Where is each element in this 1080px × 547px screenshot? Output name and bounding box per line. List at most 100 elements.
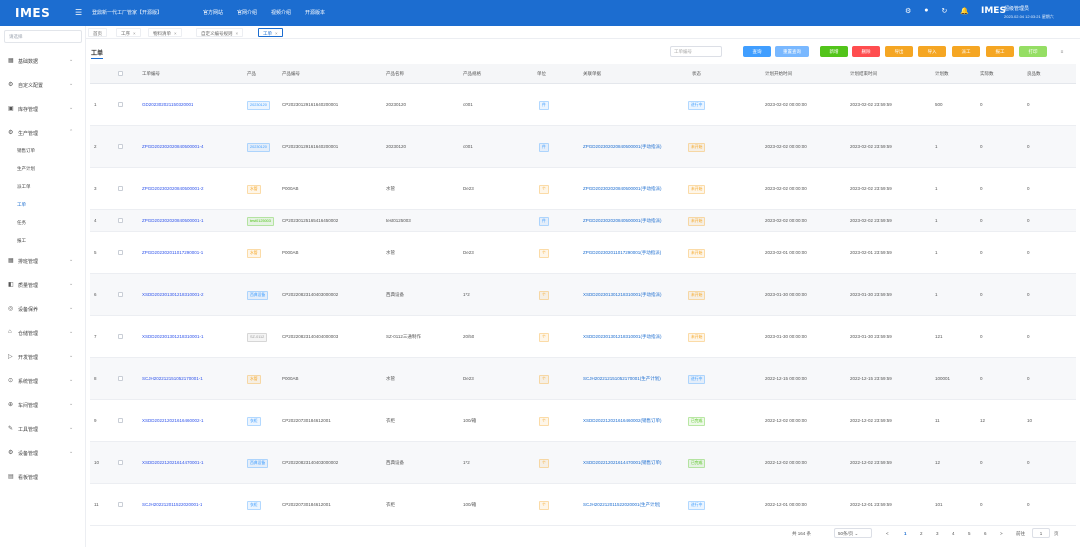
tab-numbering-rule[interactable]: 自定义编号规则 × bbox=[196, 28, 244, 37]
user-avatar-logo[interactable]: IMES bbox=[981, 6, 1006, 16]
goto-page-input[interactable]: 1 bbox=[1032, 528, 1050, 538]
col-actual-qty[interactable]: 实际数 bbox=[980, 71, 994, 77]
print-button[interactable]: 打印 bbox=[1019, 46, 1047, 57]
table-row[interactable]: 4 ZPGD202302020840500001-1 test0125003 CP20… bbox=[90, 210, 1076, 232]
export-button[interactable]: 导出 bbox=[885, 46, 913, 57]
order-number-link[interactable]: XSDD202212021614470001-1 bbox=[142, 460, 204, 465]
page-3[interactable]: 3 bbox=[936, 531, 939, 536]
columns-icon[interactable]: ≡ bbox=[1055, 46, 1069, 57]
order-number-link[interactable]: ZPGD202302011017290001-1 bbox=[142, 250, 203, 255]
sidebar-item-system[interactable]: ⊙ 系统管理 ⌄ bbox=[0, 374, 86, 388]
settings-icon[interactable]: ⚙ bbox=[905, 7, 911, 15]
bell-icon[interactable]: 🔔 bbox=[960, 7, 969, 15]
order-number-link[interactable]: ZPGD202302020840500001-4 bbox=[142, 144, 204, 149]
sidebar-search-input[interactable]: 请选择 bbox=[4, 30, 82, 43]
delete-button[interactable]: 删除 bbox=[852, 46, 880, 57]
refresh-icon[interactable]: ↻ bbox=[942, 7, 948, 15]
table-row[interactable]: 5 ZPGD202302011017290001-1 水管 P000AB 水管 De23 个… bbox=[90, 232, 1076, 274]
close-icon[interactable]: × bbox=[174, 31, 177, 36]
sidebar-item-workshop[interactable]: ⊕ 车间管理 ⌄ bbox=[0, 398, 86, 412]
related-doc-link[interactable]: SCJH202212151052170001(生产计划) bbox=[583, 376, 661, 382]
related-doc-link[interactable]: ZPGD202302020840500001(手动指派) bbox=[583, 218, 662, 224]
sidebar-sub-work-order[interactable]: 工单 bbox=[17, 202, 26, 208]
col-order-number[interactable]: 工单编号 bbox=[142, 71, 160, 77]
sidebar-sub-dispatch-order[interactable]: 派工单 bbox=[17, 184, 31, 190]
row-checkbox[interactable] bbox=[118, 334, 123, 339]
nav-official-site[interactable]: 官方网站 bbox=[203, 9, 223, 16]
related-doc-link[interactable]: XSDD202212021614470001(销售订单) bbox=[583, 460, 662, 466]
row-checkbox[interactable] bbox=[118, 292, 123, 297]
sidebar-item-production[interactable]: ⚙ 生产管理 ⌃ bbox=[0, 126, 86, 140]
order-number-link[interactable]: XSDD202212021616460002-1 bbox=[142, 418, 204, 423]
table-row[interactable]: 3 ZPGD202302020840500001-2 水管 P000AB 水管 De23 个… bbox=[90, 168, 1076, 210]
related-doc-link[interactable]: XSDD202301301218310001(手动指派) bbox=[583, 334, 662, 340]
nav-open-source[interactable]: 开源版本 bbox=[305, 9, 325, 16]
page-1[interactable]: 1 bbox=[904, 531, 907, 536]
row-checkbox[interactable] bbox=[118, 102, 123, 107]
table-row[interactable]: 11 SCJH202212011522020001-1 衣柜 CP2022073018… bbox=[90, 484, 1076, 526]
sidebar-item-tools[interactable]: ✎ 工具管理 ⌄ bbox=[0, 422, 86, 436]
col-product-name[interactable]: 产品名称 bbox=[386, 71, 404, 77]
col-plan-qty[interactable]: 计划数 bbox=[935, 71, 949, 77]
tab-work-order[interactable]: 工单 × bbox=[258, 28, 283, 37]
page-5[interactable]: 5 bbox=[968, 531, 971, 536]
next-page-button[interactable]: > bbox=[1000, 531, 1003, 536]
user-icon[interactable]: ● bbox=[924, 7, 928, 15]
row-checkbox[interactable] bbox=[118, 502, 123, 507]
dispatch-button[interactable]: 派工 bbox=[952, 46, 980, 57]
tab-bom[interactable]: 物料清单 × bbox=[148, 28, 182, 37]
tab-process[interactable]: 工序 × bbox=[116, 28, 141, 37]
close-icon[interactable]: × bbox=[133, 31, 136, 36]
row-checkbox[interactable] bbox=[118, 186, 123, 191]
user-name[interactable]: 超级管理员 bbox=[1004, 5, 1029, 12]
sidebar-sub-production-plan[interactable]: 生产计划 bbox=[17, 166, 35, 172]
reset-button[interactable]: 重置查询 bbox=[775, 46, 809, 57]
tab-home[interactable]: 首页 bbox=[88, 28, 107, 37]
page-2[interactable]: 2 bbox=[920, 531, 923, 536]
order-number-link[interactable]: SCJH202212151052170001-1 bbox=[142, 376, 203, 381]
order-number-link[interactable]: XSDD202301301218310001-2 bbox=[142, 292, 204, 297]
col-product-spec[interactable]: 产品规格 bbox=[463, 71, 481, 77]
row-checkbox[interactable] bbox=[118, 460, 123, 465]
sidebar-item-development[interactable]: ▷ 开发管理 ⌄ bbox=[0, 350, 86, 364]
page-4[interactable]: 4 bbox=[952, 531, 955, 536]
table-row[interactable]: 10 XSDD202212021614470001-1 西典设备 CP20220823… bbox=[90, 442, 1076, 484]
col-unit[interactable]: 单位 bbox=[537, 71, 546, 77]
row-checkbox[interactable] bbox=[118, 250, 123, 255]
sidebar-item-quality[interactable]: ◧ 质量管理 ⌄ bbox=[0, 278, 86, 292]
table-row[interactable]: 1 GD202302021150320001 20230120 CP202301291… bbox=[90, 84, 1076, 126]
nav-site-intro[interactable]: 官网介绍 bbox=[237, 9, 257, 16]
col-good-qty[interactable]: 良品数 bbox=[1027, 71, 1041, 77]
row-checkbox[interactable] bbox=[118, 218, 123, 223]
sidebar-item-dashboard[interactable]: ▤ 看板管理 bbox=[0, 470, 86, 484]
table-row[interactable]: 9 XSDD202212021616460002-1 衣柜 CP20220730184… bbox=[90, 400, 1076, 442]
close-icon[interactable]: × bbox=[236, 31, 239, 36]
related-doc-link[interactable]: ZPGD202302020840500001(手动指派) bbox=[583, 144, 662, 150]
order-number-link[interactable]: SCJH202212011522020001-1 bbox=[142, 502, 202, 507]
table-row[interactable]: 2 ZPGD202302020840500001-4 20230120 CP20230… bbox=[90, 126, 1076, 168]
page-size-select[interactable]: 50条/页 ⌄ bbox=[834, 528, 872, 538]
row-checkbox[interactable] bbox=[118, 418, 123, 423]
sidebar-item-custom-config[interactable]: ⚙ 自定义配置 ⌄ bbox=[0, 78, 86, 92]
add-button[interactable]: 新增 bbox=[820, 46, 848, 57]
row-checkbox[interactable] bbox=[118, 376, 123, 381]
menu-toggle-icon[interactable]: ☰ bbox=[75, 8, 82, 17]
col-plan-start[interactable]: 计划开始时间 bbox=[765, 71, 792, 77]
import-button[interactable]: 导入 bbox=[918, 46, 946, 57]
report-button[interactable]: 报工 bbox=[986, 46, 1014, 57]
related-doc-link[interactable]: ZPGD202302020840500001(手动指派) bbox=[583, 186, 662, 192]
table-row[interactable]: 7 XSDD202301301218310001-1 SZ-0112 CP202208… bbox=[90, 316, 1076, 358]
col-related-doc[interactable]: 关联单据 bbox=[583, 71, 601, 77]
page-6[interactable]: 6 bbox=[984, 531, 987, 536]
sidebar-sub-report[interactable]: 报工 bbox=[17, 238, 26, 244]
order-number-link[interactable]: ZPGD202302020840500001-2 bbox=[142, 186, 204, 191]
sidebar-item-devices[interactable]: ⚙ 设备管理 ⌄ bbox=[0, 446, 86, 460]
close-icon[interactable]: × bbox=[275, 31, 278, 36]
sidebar-item-base-data[interactable]: ▦ 基础数据 ⌄ bbox=[0, 54, 86, 68]
sidebar-sub-sales-order[interactable]: 销售订单 bbox=[17, 148, 35, 154]
related-doc-link[interactable]: ZPGD202302011017290001(手动指派) bbox=[583, 250, 661, 256]
related-doc-link[interactable]: XSDD202212021616460002(销售订单) bbox=[583, 418, 662, 424]
sidebar-item-equipment-maintenance[interactable]: ◎ 设备保养 ⌄ bbox=[0, 302, 86, 316]
col-product-code[interactable]: 产品编号 bbox=[282, 71, 300, 77]
related-doc-link[interactable]: SCJH202212011522020001(生产计划) bbox=[583, 502, 660, 508]
